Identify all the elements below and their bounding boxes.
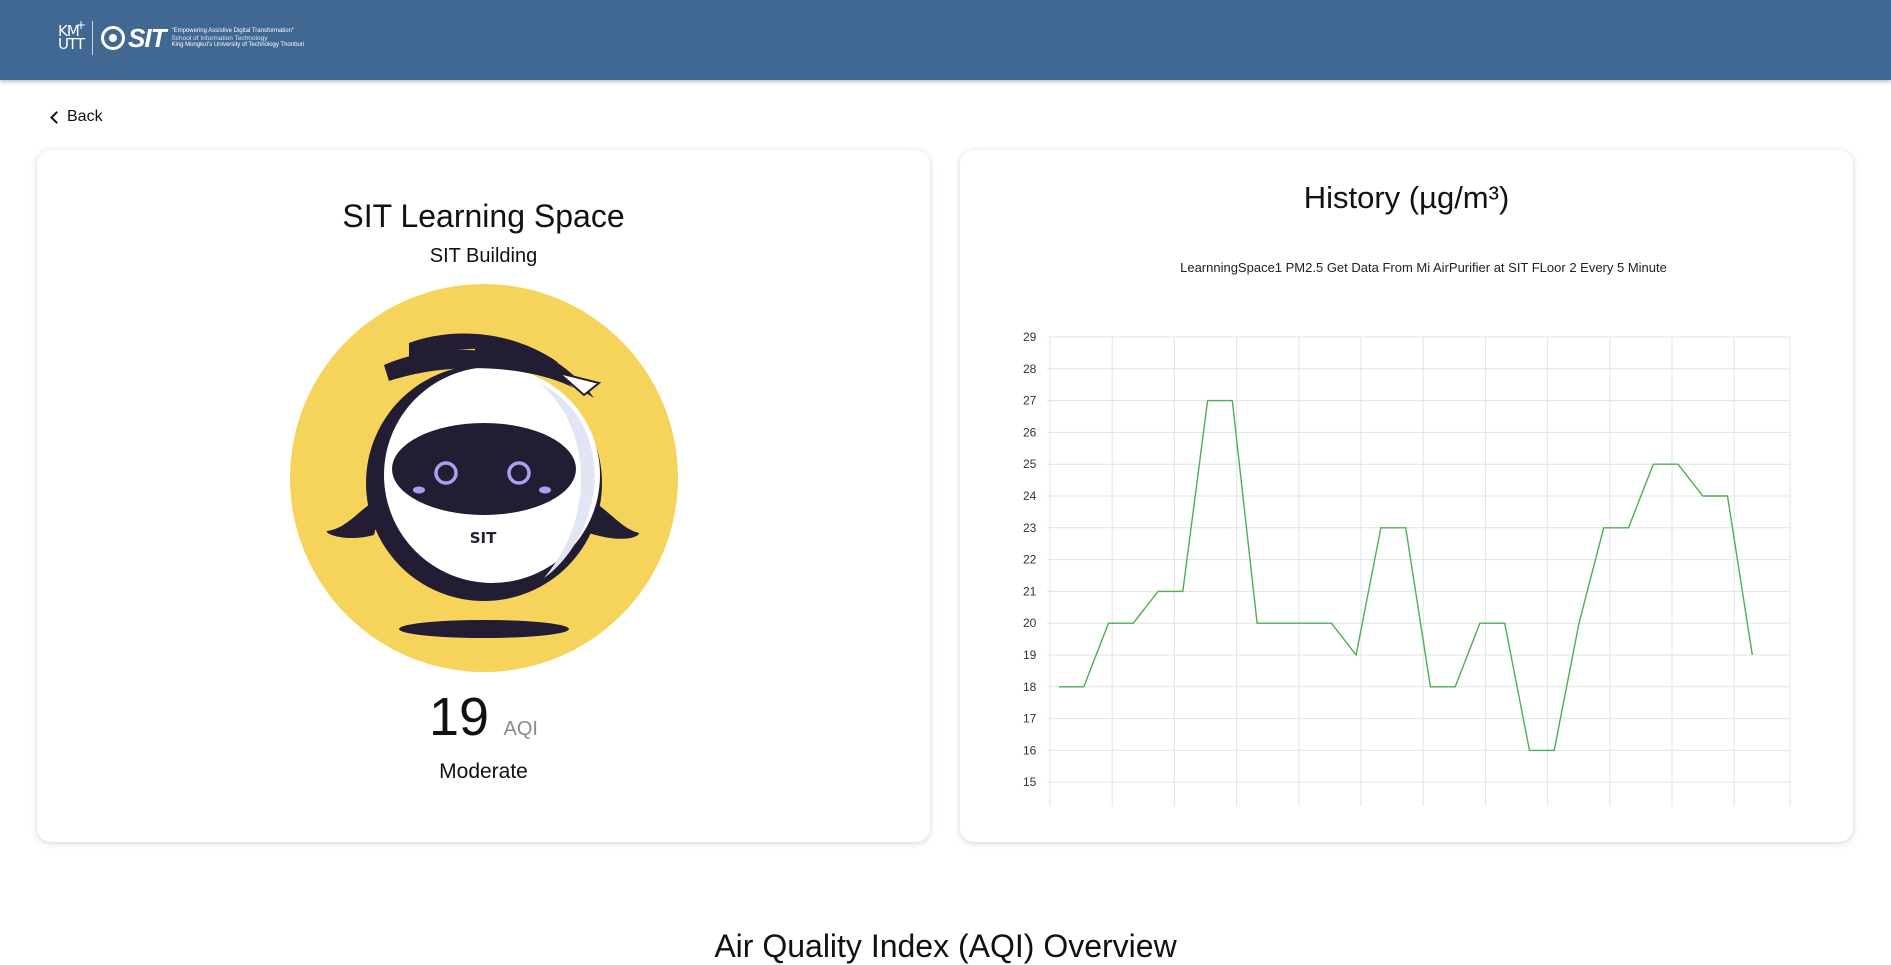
y-tick-label: 19 [1023, 648, 1037, 662]
y-tick-label: 20 [1023, 616, 1037, 630]
location-card: SIT Learning Space SIT Building SIT 19 A… [37, 150, 930, 842]
back-button[interactable]: Back [50, 108, 103, 126]
history-card: History (µg/m³) LearnningSpace1 PM2.5 Ge… [960, 150, 1853, 842]
y-tick-label: 22 [1023, 553, 1037, 567]
y-tick-label: 28 [1023, 362, 1037, 376]
sit-swirl-icon [101, 26, 125, 50]
y-tick-label: 25 [1023, 457, 1037, 471]
y-tick-label: 16 [1023, 743, 1037, 757]
aqi-mascot-illustration: SIT [290, 284, 678, 672]
y-tick-label: 18 [1023, 680, 1037, 694]
kmutt-logo: KM UTT + [58, 18, 86, 53]
logo-university: King Mongkut's University of Technology … [171, 41, 305, 48]
y-tick-label: 21 [1023, 584, 1037, 598]
aqi-value: 19 [429, 687, 490, 747]
aqi-readout: 19 AQI [37, 686, 930, 748]
sit-logo-text: SIT [128, 22, 166, 53]
mascot-sit-label: SIT [470, 529, 497, 547]
kmutt-sit-logo[interactable]: KM UTT + SIT "Empowering Assistive Digital… [58, 18, 304, 58]
top-navbar: KM UTT + SIT "Empowering Assistive Digital… [0, 0, 1891, 80]
y-tick-label: 23 [1023, 521, 1037, 535]
aqi-overview-heading: Air Quality Index (AQI) Overview [714, 928, 1177, 964]
aqi-unit: AQI [503, 718, 538, 740]
y-tick-label: 27 [1023, 394, 1037, 408]
back-label: Back [67, 108, 103, 125]
logo-tagline: "Empowering Assistive Digital Transforma… [171, 27, 295, 34]
y-tick-label: 17 [1023, 712, 1037, 726]
chevron-left-icon [50, 111, 63, 124]
series-line-pm25 [1059, 399, 1753, 752]
aqi-level-label: Moderate [439, 760, 528, 783]
history-title: History (µg/m³) [1303, 180, 1510, 215]
chart-title: LearnningSpace1 PM2.5 Get Data From Mi A… [1180, 260, 1667, 275]
y-tick-label: 29 [1023, 330, 1037, 344]
logo-divider [92, 21, 93, 55]
logo-caption: "Empowering Assistive Digital Transforma… [171, 28, 304, 49]
y-tick-label: 24 [1023, 489, 1037, 503]
location-title: SIT Learning Space [342, 198, 625, 234]
y-tick-label: 26 [1023, 425, 1037, 439]
pm25-history-chart[interactable]: LearnningSpace1 PM2.5 Get Data From Mi A… [960, 246, 1853, 806]
location-building: SIT Building [429, 245, 538, 267]
y-tick-label: 15 [1023, 775, 1037, 789]
logo-school: School of Information Technology [171, 34, 268, 42]
